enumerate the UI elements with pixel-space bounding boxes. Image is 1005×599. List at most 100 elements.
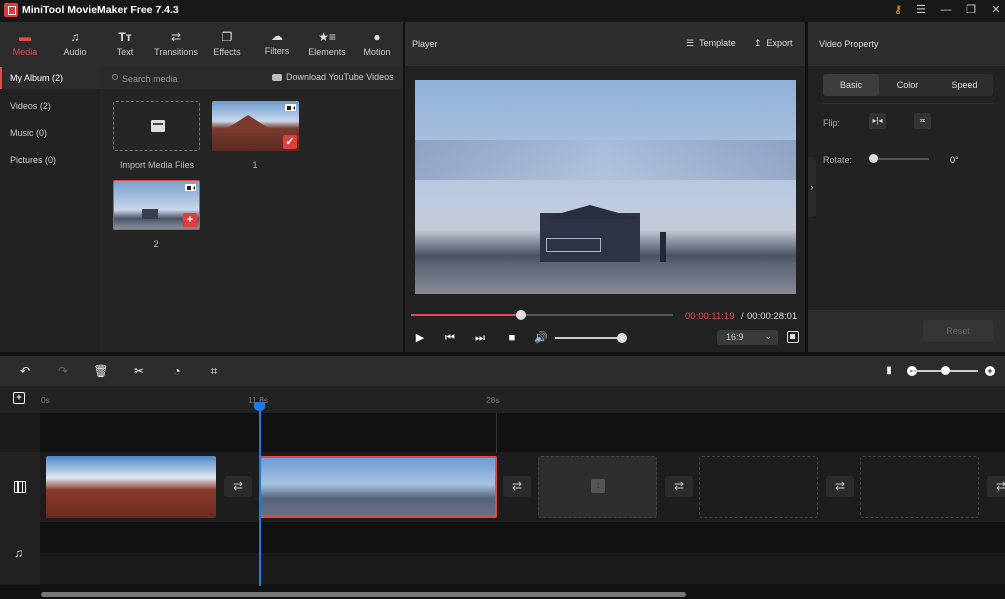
previous-frame-button[interactable]: ⏮: [443, 332, 457, 345]
flip-horizontal-icon[interactable]: ▸|◂: [869, 113, 886, 129]
media-label-1: 1: [252, 160, 258, 170]
clip-frame: [159, 456, 216, 518]
total-time: 00:00:28:01: [747, 311, 798, 322]
nav-music[interactable]: Music (0): [0, 122, 100, 144]
key-icon[interactable]: ⚷: [889, 2, 907, 19]
next-frame-button[interactable]: ⏭: [473, 332, 487, 345]
video-camera-icon: [185, 184, 196, 191]
template-button[interactable]: ☰ Template: [686, 38, 736, 49]
transition-button[interactable]: ⇄: [665, 476, 693, 497]
app-logo-icon: [4, 3, 18, 17]
transition-button[interactable]: ⇄: [503, 476, 531, 497]
speed-icon[interactable]: ◔: [169, 363, 185, 379]
close-icon[interactable]: ✕: [987, 2, 1005, 19]
filters-icon: ☁: [271, 29, 283, 43]
add-track-icon[interactable]: +: [13, 392, 25, 404]
zoom-handle[interactable]: [941, 366, 950, 375]
rotate-handle[interactable]: [869, 154, 878, 163]
timeline-clip-1[interactable]: [46, 456, 216, 518]
timeline-clip-2[interactable]: [259, 456, 497, 518]
tab-basic[interactable]: Basic: [823, 74, 879, 96]
elements-icon: ★≡: [318, 30, 336, 44]
rotate-value: 0°: [950, 155, 959, 165]
rotate-label: Rotate:: [823, 155, 853, 165]
restore-icon[interactable]: ❐: [962, 2, 980, 19]
flip-vertical-icon[interactable]: ≖: [914, 113, 931, 129]
zoom-in-icon[interactable]: +: [985, 366, 995, 376]
minimize-icon[interactable]: —: [937, 2, 955, 19]
transitions-icon: ⇄: [170, 30, 182, 44]
playhead-line[interactable]: [259, 403, 261, 595]
tab-media[interactable]: ▬ Media: [0, 22, 50, 67]
empty-clip-slot[interactable]: ↓: [538, 456, 657, 518]
media-thumb-2[interactable]: +: [113, 180, 200, 230]
transition-button[interactable]: ⇄: [987, 476, 1005, 497]
progress-handle[interactable]: [516, 310, 527, 320]
tab-color[interactable]: Color: [879, 74, 936, 96]
timeline-toolbar: [0, 356, 1005, 386]
import-media-button[interactable]: [113, 101, 200, 151]
check-icon[interactable]: ✓: [283, 135, 297, 149]
tab-bar: ▬ Media ♫ Audio Tт Text ⇄ Transitions ❐ Effec…: [0, 22, 403, 67]
tab-filters[interactable]: ☁ Filters: [252, 21, 302, 66]
volume-slider[interactable]: [555, 337, 621, 339]
divider: [823, 103, 993, 104]
video-preview[interactable]: [415, 80, 796, 294]
add-icon[interactable]: +: [183, 213, 197, 227]
folder-icon: ▬: [19, 30, 31, 44]
player-header: [405, 22, 805, 66]
clip-frame: [46, 456, 103, 518]
motion-icon: ●: [373, 30, 381, 44]
play-button[interactable]: ▶: [413, 332, 427, 345]
person-silhouette: [660, 232, 666, 262]
nav-videos[interactable]: Videos (2): [0, 95, 100, 117]
volume-icon[interactable]: 🔊: [534, 332, 548, 345]
tab-text[interactable]: Tт Text: [100, 22, 150, 67]
import-label: Import Media Files: [119, 160, 195, 170]
crop-icon[interactable]: ⌗: [206, 363, 222, 379]
tick-label: 28s: [486, 395, 500, 405]
empty-clip-slot[interactable]: [860, 456, 979, 518]
tab-speed[interactable]: Speed: [936, 74, 993, 96]
playhead-handle[interactable]: [254, 402, 265, 411]
chevron-right-icon[interactable]: ›: [808, 157, 816, 217]
app-title: MiniTool MovieMaker Free 7.4.3: [22, 4, 179, 16]
horizontal-scrollbar[interactable]: [41, 592, 686, 597]
clip-frame: [378, 458, 437, 516]
reset-button[interactable]: Reset: [923, 320, 993, 342]
nav-pictures[interactable]: Pictures (0): [0, 149, 100, 171]
empty-clip-slot[interactable]: [699, 456, 818, 518]
progress-fill: [411, 314, 522, 316]
download-youtube-link[interactable]: Download YouTube Videos: [272, 72, 394, 82]
tab-audio[interactable]: ♫ Audio: [50, 22, 100, 67]
chevron-down-icon: ⌄: [764, 331, 772, 341]
transition-button[interactable]: ⇄: [224, 476, 252, 497]
video-camera-icon: [285, 104, 296, 111]
delete-icon[interactable]: 🗑: [93, 363, 109, 379]
tab-motion[interactable]: ● Motion: [352, 22, 402, 67]
tab-elements[interactable]: ★≡ Elements: [302, 22, 352, 67]
media-thumb-1[interactable]: ✓: [212, 101, 299, 151]
search-input[interactable]: [122, 72, 242, 85]
youtube-icon: [272, 74, 282, 81]
nav-my-album[interactable]: My Album (2): [0, 67, 100, 89]
timeline-ruler[interactable]: [0, 386, 1005, 413]
tab-transitions[interactable]: ⇄ Transitions: [150, 22, 202, 67]
menu-icon[interactable]: ☰: [912, 2, 930, 19]
fullscreen-icon[interactable]: [787, 331, 799, 343]
transition-button[interactable]: ⇄: [826, 476, 854, 497]
fit-timeline-icon[interactable]: ▮: [881, 363, 897, 379]
clip-frame: [319, 458, 378, 516]
redo-icon[interactable]: ↷: [55, 363, 71, 379]
folder-icon: [151, 120, 165, 132]
tab-effects[interactable]: ❐ Effects: [202, 22, 252, 67]
undo-icon[interactable]: ↶: [17, 363, 33, 379]
export-button[interactable]: ↥ Export: [754, 38, 793, 49]
house-porch: [546, 238, 601, 252]
clouds: [415, 140, 796, 180]
aspect-ratio-select[interactable]: 16:9 ⌄: [717, 330, 778, 345]
stop-button[interactable]: ■: [505, 332, 519, 345]
volume-handle[interactable]: [617, 333, 627, 343]
scissors-icon[interactable]: ✂: [131, 363, 147, 379]
rotate-slider[interactable]: [873, 158, 929, 160]
